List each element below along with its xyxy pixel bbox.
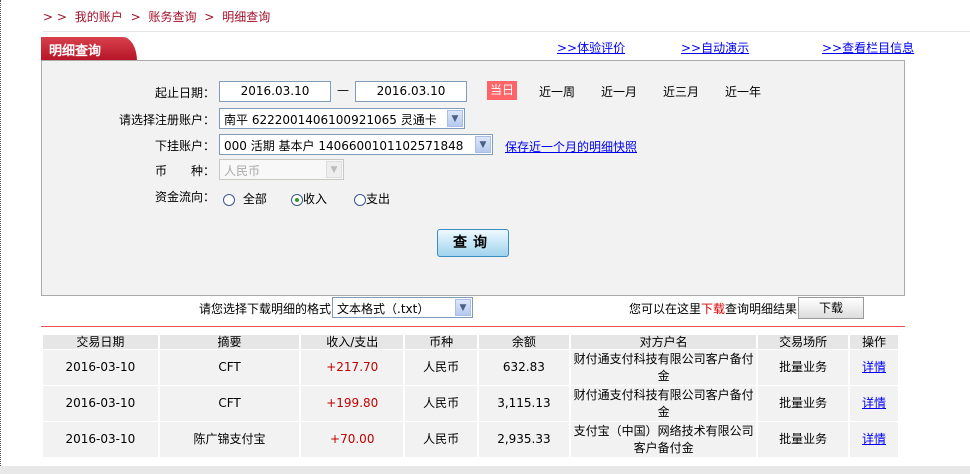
account-value: 南平 6222001406100921065 灵通卡 (224, 113, 437, 127)
footer-bar (0, 466, 970, 474)
details-link[interactable]: 详情 (862, 432, 886, 446)
query-button[interactable]: 查询 (437, 229, 509, 257)
hint-text: 您可以在这里 (629, 302, 702, 316)
breadcrumb-my-account[interactable]: 我的账户 (75, 10, 123, 24)
cell-amount: +70.00 (301, 422, 404, 457)
chevron-down-icon: ▼ (455, 299, 471, 316)
flow-expense-radio[interactable]: 支出 (354, 190, 390, 207)
col-action: 操作 (850, 335, 898, 349)
col-amount: 收入/支出 (301, 335, 404, 349)
hint-download-text: 下载 (701, 302, 726, 316)
divider (41, 326, 905, 327)
column-info-link[interactable]: >>查看栏目信息 (822, 39, 914, 56)
radio-label: 全部 (242, 192, 267, 206)
transactions-table: 交易日期 摘要 收入/支出 币种 余额 对方户名 交易场所 操作 2016-03… (41, 334, 900, 458)
cell-summary: CFT (159, 386, 300, 421)
cell-currency: 人民币 (405, 422, 477, 457)
chevron-down-icon: ▼ (475, 136, 491, 153)
col-date: 交易日期 (43, 335, 158, 349)
sub-account-label: 下挂账户： (154, 139, 215, 153)
cell-date: 2016-03-10 (43, 422, 158, 457)
cell-amount: +217.70 (301, 350, 404, 385)
currency-select[interactable]: 人民币 ▼ (219, 159, 344, 180)
cell-summary: 陈广锦支付宝 (159, 422, 300, 457)
cell-venue: 批量业务 (758, 386, 849, 421)
date-dash: — (337, 83, 349, 97)
date-label: 起止日期： (154, 86, 215, 100)
radio-icon (354, 193, 366, 206)
chevron-down-icon: ▼ (326, 161, 342, 178)
sub-account-select[interactable]: 000 活期 基本户 1406600101102571848 ▼ (219, 134, 493, 155)
auto-demo-link[interactable]: >>自动演示 (681, 39, 749, 56)
sub-account-value: 000 活期 基本户 1406600101102571848 (224, 139, 464, 153)
cell-action: 详情 (850, 386, 898, 421)
cell-venue: 批量业务 (758, 350, 849, 385)
table-header: 交易日期 摘要 收入/支出 币种 余额 对方户名 交易场所 操作 (43, 335, 898, 349)
cell-date: 2016-03-10 (43, 386, 158, 421)
hint-text: 查询明细结果 (725, 302, 798, 316)
flow-all-radio[interactable]: 全部 (223, 190, 267, 207)
cell-counterparty: 财付通支付科技有限公司客户备付金 (570, 386, 757, 421)
cell-date: 2016-03-10 (43, 350, 158, 385)
col-venue: 交易场所 (758, 335, 849, 349)
range-month[interactable]: 近一月 (601, 83, 637, 100)
range-year[interactable]: 近一年 (725, 83, 761, 100)
save-snapshot-link[interactable]: 保存近一个月的明细快照 (505, 138, 637, 155)
radio-label: 收入 (303, 192, 328, 206)
divider (43, 31, 970, 32)
currency-value: 人民币 (224, 164, 261, 178)
table-row: 2016-03-10 CFT +199.80 人民币 3,115.13 财付通支… (43, 386, 898, 421)
page-left-border (0, 0, 2, 474)
details-link[interactable]: 详情 (862, 360, 886, 374)
cell-action: 详情 (850, 350, 898, 385)
range-today[interactable]: 当日 (487, 81, 517, 100)
cell-balance: 632.83 (478, 350, 569, 385)
cell-balance: 3,115.13 (478, 386, 569, 421)
format-value: 文本格式（.txt） (337, 302, 430, 316)
breadcrumb-prefix: > > (43, 10, 67, 24)
download-format-label: 请您选择下载明细的格式 (199, 302, 332, 316)
table-row: 2016-03-10 CFT +217.70 人民币 632.83 财付通支付科… (43, 350, 898, 385)
feedback-link[interactable]: >>体验评价 (557, 39, 625, 56)
start-date-input[interactable]: 2016.03.10 (219, 81, 331, 102)
cell-balance: 2,935.33 (478, 422, 569, 457)
details-link[interactable]: 详情 (862, 396, 886, 410)
cell-currency: 人民币 (405, 350, 477, 385)
account-label: 请选择注册账户： (118, 113, 215, 127)
radio-checked-icon (291, 193, 303, 206)
download-hint: 您可以在这里下载查询明细结果 (629, 300, 797, 317)
breadcrumb-account-query[interactable]: 账务查询 (149, 10, 197, 24)
cell-counterparty: 支付宝（中国）网络技术有限公司客户备付金 (570, 422, 757, 457)
breadcrumb: > > 我的账户 > 账务查询 > 明细查询 (43, 10, 271, 24)
col-counterparty: 对方户名 (570, 335, 757, 349)
download-button[interactable]: 下载 (798, 297, 864, 319)
table-row: 2016-03-10 陈广锦支付宝 +70.00 人民币 2,935.33 支付… (43, 422, 898, 457)
cell-action: 详情 (850, 422, 898, 457)
flow-label: 资金流向： (154, 190, 215, 204)
currency-label: 币 种： (154, 164, 215, 178)
radio-label: 支出 (366, 192, 391, 206)
cell-amount: +199.80 (301, 386, 404, 421)
col-summary: 摘要 (159, 335, 300, 349)
radio-icon (223, 193, 235, 206)
col-currency: 币种 (405, 335, 477, 349)
account-select[interactable]: 南平 6222001406100921065 灵通卡 ▼ (219, 108, 465, 129)
cell-currency: 人民币 (405, 386, 477, 421)
tab-detail-query[interactable]: 明细查询 (41, 37, 137, 61)
cell-summary: CFT (159, 350, 300, 385)
breadcrumb-detail-query[interactable]: 明细查询 (222, 10, 270, 24)
chevron-down-icon: ▼ (447, 110, 463, 127)
end-date-input[interactable]: 2016.03.10 (355, 81, 467, 102)
col-balance: 余额 (478, 335, 569, 349)
download-format-select[interactable]: 文本格式（.txt） ▼ (332, 297, 473, 318)
range-three-months[interactable]: 近三月 (663, 83, 699, 100)
range-week[interactable]: 近一周 (539, 83, 575, 100)
cell-counterparty: 财付通支付科技有限公司客户备付金 (570, 350, 757, 385)
flow-income-radio[interactable]: 收入 (291, 190, 327, 207)
cell-venue: 批量业务 (758, 422, 849, 457)
